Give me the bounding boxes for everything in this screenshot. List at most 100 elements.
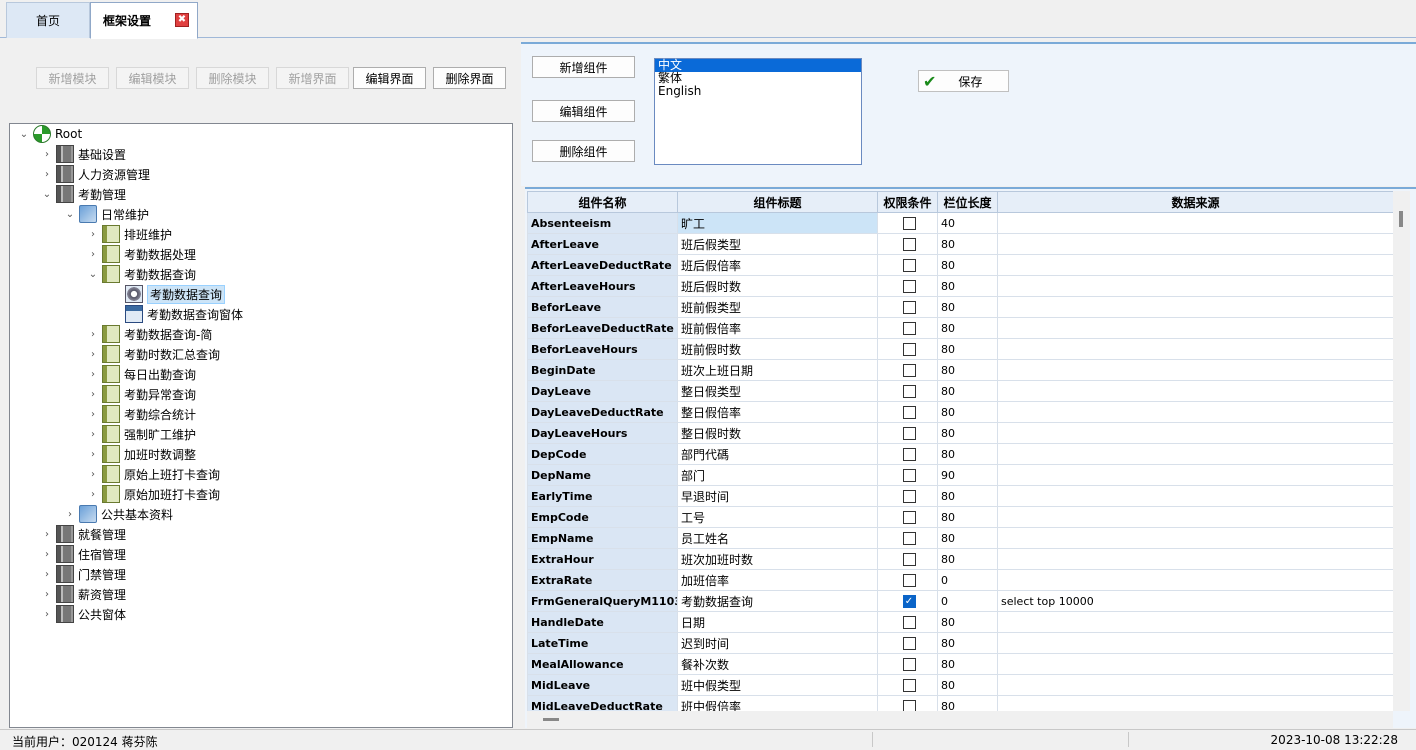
table-row[interactable]: LateTime 迟到时间 80 <box>527 632 1393 654</box>
expander-icon[interactable]: › <box>41 609 53 620</box>
expander-icon[interactable]: › <box>87 489 99 500</box>
permission-checkbox[interactable] <box>902 532 916 545</box>
component-name-cell[interactable]: MidLeaveDeductRate <box>527 695 678 711</box>
close-icon[interactable]: ✖ <box>175 13 189 27</box>
permission-checkbox[interactable] <box>902 448 916 461</box>
component-name-cell[interactable]: MidLeave <box>527 674 678 696</box>
expander-icon[interactable]: › <box>87 389 99 400</box>
column-header[interactable]: 组件名称 <box>527 191 678 213</box>
tree-node[interactable]: › 强制旷工维护 <box>87 425 196 443</box>
permission-checkbox[interactable] <box>902 301 916 314</box>
tree-node[interactable]: › 加班时数调整 <box>87 445 196 463</box>
field-length-cell[interactable]: 80 <box>937 296 998 318</box>
tree-node[interactable]: ⌄ 日常维护 <box>64 205 149 223</box>
field-length-cell[interactable]: 80 <box>937 317 998 339</box>
field-length-cell[interactable]: 40 <box>937 212 998 234</box>
vertical-scrollbar[interactable] <box>1393 191 1410 711</box>
component-title-cell[interactable]: 迟到时间 <box>677 632 878 654</box>
data-source-cell[interactable] <box>997 653 1393 675</box>
expander-icon[interactable]: › <box>87 329 99 340</box>
table-row[interactable]: Absenteeism 旷工 40 <box>527 212 1393 234</box>
component-title-cell[interactable]: 班前假倍率 <box>677 317 878 339</box>
component-name-cell[interactable]: AfterLeave <box>527 233 678 255</box>
component-title-cell[interactable]: 工号 <box>677 506 878 528</box>
expander-icon[interactable]: › <box>41 589 53 600</box>
permission-checkbox[interactable] <box>902 343 916 356</box>
component-name-cell[interactable]: FrmGeneralQueryM1103 <box>527 590 678 612</box>
data-source-cell[interactable] <box>997 212 1393 234</box>
component-title-cell[interactable]: 部門代碼 <box>677 443 878 465</box>
expander-icon[interactable]: › <box>87 469 99 480</box>
tree-node[interactable]: › 考勤数据查询-简 <box>87 325 212 343</box>
component-name-cell[interactable]: ExtraHour <box>527 548 678 570</box>
horizontal-scroll-thumb[interactable] <box>543 718 559 721</box>
component-name-cell[interactable]: BeforLeave <box>527 296 678 318</box>
component-title-cell[interactable]: 旷工 <box>677 212 878 234</box>
data-source-cell[interactable] <box>997 254 1393 276</box>
data-source-cell[interactable] <box>997 695 1393 711</box>
permission-checkbox[interactable] <box>902 259 916 272</box>
component-title-cell[interactable]: 班中假倍率 <box>677 695 878 711</box>
save-button[interactable]: ✔ 保存 <box>918 70 1009 92</box>
table-row[interactable]: ExtraHour 班次加班时数 80 <box>527 548 1393 570</box>
component-title-cell[interactable]: 整日假倍率 <box>677 401 878 423</box>
permission-checkbox[interactable] <box>902 385 916 398</box>
component-name-cell[interactable]: DayLeave <box>527 380 678 402</box>
expander-icon[interactable]: › <box>87 409 99 420</box>
component-title-cell[interactable]: 考勤数据查询 <box>677 590 878 612</box>
component-title-cell[interactable]: 班次上班日期 <box>677 359 878 381</box>
table-row[interactable]: DepCode 部門代碼 80 <box>527 443 1393 465</box>
permission-checkbox[interactable] <box>902 490 916 503</box>
permission-checkbox[interactable] <box>902 679 916 692</box>
field-length-cell[interactable]: 80 <box>937 611 998 633</box>
component-title-cell[interactable]: 餐补次数 <box>677 653 878 675</box>
component-name-cell[interactable]: ExtraRate <box>527 569 678 591</box>
data-source-cell[interactable] <box>997 233 1393 255</box>
data-source-cell[interactable] <box>997 464 1393 486</box>
permission-checkbox[interactable] <box>902 427 916 440</box>
column-header[interactable]: 权限条件 <box>877 191 938 213</box>
component-name-cell[interactable]: DepName <box>527 464 678 486</box>
data-source-cell[interactable]: select top 10000 <box>997 590 1393 612</box>
component-title-cell[interactable]: 班后假类型 <box>677 233 878 255</box>
component-name-cell[interactable]: LateTime <box>527 632 678 654</box>
table-row[interactable]: MidLeave 班中假类型 80 <box>527 674 1393 696</box>
field-length-cell[interactable]: 80 <box>937 527 998 549</box>
add-component-button[interactable]: 新增组件 <box>532 56 635 78</box>
table-row[interactable]: DepName 部门 90 <box>527 464 1393 486</box>
tab-home[interactable]: 首页 <box>6 2 90 38</box>
expander-icon[interactable]: › <box>87 369 99 380</box>
language-listbox[interactable]: 中文 繁体 English <box>654 58 862 165</box>
horizontal-scrollbar[interactable] <box>527 711 1393 728</box>
field-length-cell[interactable]: 80 <box>937 695 998 711</box>
expander-icon[interactable]: › <box>41 149 53 160</box>
expander-icon[interactable]: ⌄ <box>18 129 30 140</box>
expander-icon[interactable]: ⌄ <box>87 269 99 280</box>
component-title-cell[interactable]: 班前假时数 <box>677 338 878 360</box>
tree-node[interactable]: › 就餐管理 <box>41 525 126 543</box>
field-length-cell[interactable]: 80 <box>937 632 998 654</box>
tree-node[interactable]: › 公共窗体 <box>41 605 126 623</box>
column-header[interactable]: 组件标题 <box>677 191 878 213</box>
component-name-cell[interactable]: DayLeaveDeductRate <box>527 401 678 423</box>
permission-checkbox[interactable]: ✓ <box>902 595 916 608</box>
data-source-cell[interactable] <box>997 317 1393 339</box>
tree-node[interactable]: 考勤数据查询 <box>110 284 226 304</box>
component-title-cell[interactable]: 班后假倍率 <box>677 254 878 276</box>
field-length-cell[interactable]: 80 <box>937 338 998 360</box>
component-title-cell[interactable]: 班前假类型 <box>677 296 878 318</box>
table-row[interactable]: DayLeaveHours 整日假时数 80 <box>527 422 1393 444</box>
field-length-cell[interactable]: 80 <box>937 548 998 570</box>
permission-checkbox[interactable] <box>902 574 916 587</box>
expander-icon[interactable]: › <box>41 169 53 180</box>
tree-node[interactable]: › 原始上班打卡查询 <box>87 465 220 483</box>
toolbar-button-4[interactable]: 编辑界面 <box>353 67 426 89</box>
tree-node[interactable]: › 住宿管理 <box>41 545 126 563</box>
data-source-cell[interactable] <box>997 338 1393 360</box>
toolbar-button-1[interactable]: 编辑模块 <box>116 67 189 89</box>
tree-node[interactable]: › 考勤时数汇总查询 <box>87 345 220 363</box>
component-name-cell[interactable]: BeforLeaveHours <box>527 338 678 360</box>
component-name-cell[interactable]: EarlyTime <box>527 485 678 507</box>
permission-checkbox[interactable] <box>902 469 916 482</box>
tree-node[interactable]: › 原始加班打卡查询 <box>87 485 220 503</box>
